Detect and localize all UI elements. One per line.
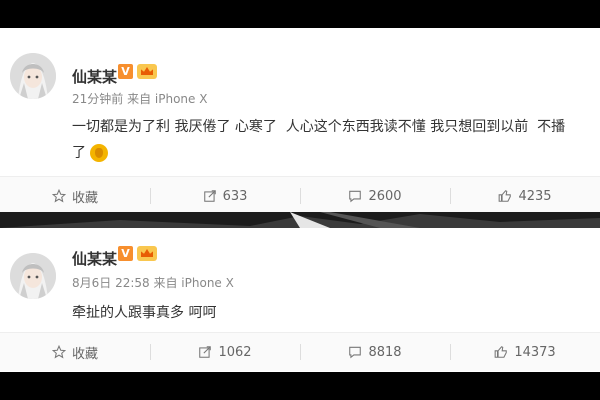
repost-count: 633: [222, 188, 248, 204]
favorite-button[interactable]: 收藏: [0, 177, 150, 215]
favorite-label: 收藏: [71, 190, 98, 206]
avatar[interactable]: [10, 253, 56, 299]
comment-button[interactable]: 8818: [300, 333, 450, 371]
comment-button[interactable]: 2600: [300, 177, 450, 215]
favorite-button[interactable]: 收藏: [0, 333, 150, 371]
repost-icon: [203, 190, 216, 202]
comment-count: 2600: [368, 188, 402, 204]
vip-badge-icon[interactable]: V: [118, 64, 133, 79]
user-name[interactable]: 仙某某: [72, 66, 117, 87]
favorite-label: 收藏: [71, 346, 98, 362]
post-meta: 21分钟前 来自 iPhone X: [72, 92, 208, 106]
repost-count: 1062: [218, 344, 252, 360]
comment-icon: [349, 346, 362, 359]
user-name[interactable]: 仙某某: [72, 248, 117, 269]
badge-group: V: [118, 246, 157, 261]
star-icon: [51, 189, 66, 203]
star-icon: [51, 345, 66, 359]
post-toolbar: 收藏 633 2600 4235: [0, 176, 600, 215]
comment-icon: [349, 190, 362, 203]
post-meta: 8月6日 22:58 来自 iPhone X: [72, 276, 234, 290]
post-content: 牵扯的人跟事真多 呵呵: [72, 300, 592, 326]
bottom-black-border: [0, 372, 600, 400]
avatar[interactable]: [10, 53, 56, 99]
repost-button[interactable]: 633: [150, 177, 300, 215]
post-text: 牵扯的人跟事真多 呵呵: [72, 305, 217, 321]
post-card: 仙某某 V 8月6日 22:58 来自 iPhone X 牵扯的人跟事真多 呵呵…: [0, 228, 600, 371]
like-button[interactable]: 4235: [450, 177, 600, 215]
repost-button[interactable]: 1062: [150, 333, 300, 371]
like-icon: [499, 190, 512, 202]
post-content: 一切都是为了利 我厌倦了 心寒了 人心这个东西我读不懂 我只想回到以前 不播 了: [72, 114, 592, 166]
post-card: 仙某某 V 21分钟前 来自 iPhone X 一切都是为了利 我厌倦了 心寒了…: [0, 28, 600, 215]
like-count: 14373: [514, 344, 556, 360]
badge-group: V: [118, 64, 157, 79]
background-image-strip: [0, 212, 600, 228]
clap-emoji-icon: [90, 144, 108, 162]
comment-count: 8818: [368, 344, 402, 360]
vip-badge-icon[interactable]: V: [118, 246, 133, 261]
post-toolbar: 收藏 1062 8818 14373: [0, 332, 600, 371]
like-count: 4235: [518, 188, 552, 204]
like-icon: [494, 346, 508, 358]
like-button[interactable]: 14373: [450, 333, 600, 371]
top-black-border: [0, 0, 600, 28]
crown-badge-icon[interactable]: [137, 246, 157, 261]
repost-icon: [199, 346, 212, 358]
post-text: 一切都是为了利 我厌倦了 心寒了 人心这个东西我读不懂 我只想回到以前 不播 了: [72, 119, 566, 161]
crown-badge-icon[interactable]: [137, 64, 157, 79]
